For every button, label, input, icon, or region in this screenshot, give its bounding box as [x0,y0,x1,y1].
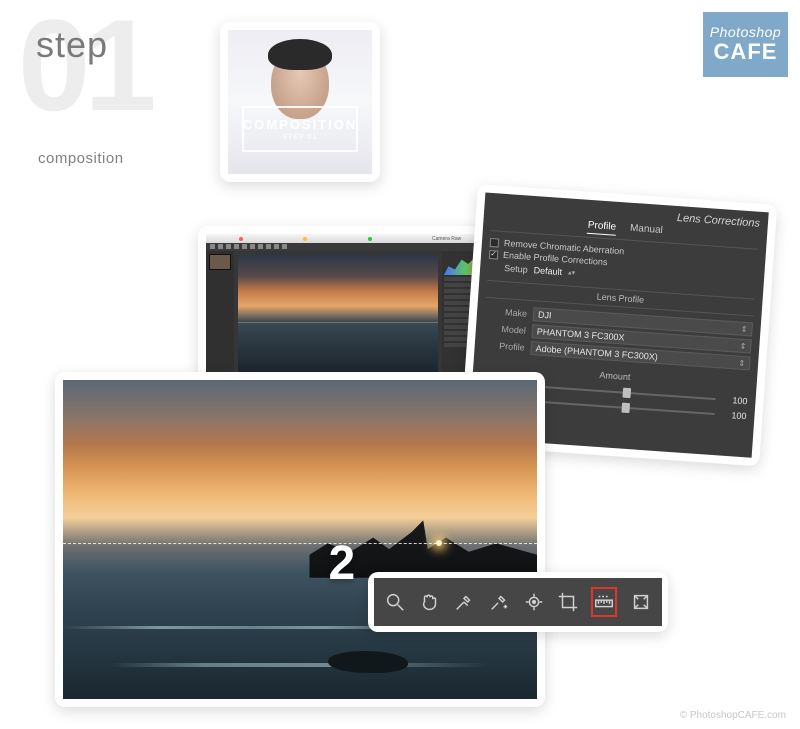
straighten-tool[interactable] [591,587,617,617]
filmstrip[interactable] [206,251,234,380]
minimize-icon[interactable] [303,237,307,241]
step-label: step [36,24,108,66]
photo-rock [328,651,408,673]
color-sampler-tool[interactable] [488,587,511,617]
eyedropper-plus-icon [488,591,510,613]
enable-profile-checkbox[interactable] [489,249,499,259]
acr-toolbar [206,243,490,251]
sunset-photo[interactable]: 2 [63,380,537,699]
acr-tool-strip [374,578,662,626]
window-title: Camera Raw [432,236,461,242]
photoshopcafe-logo: Photoshop CAFE [703,12,788,77]
straighten-guide-line [63,543,537,544]
thumb-image: COMPOSITION STEP 01 [228,30,372,174]
camera-raw-window: Camera Raw [206,234,490,388]
window-titlebar: Camera Raw [206,234,490,243]
logo-line2: CAFE [714,40,778,64]
zoom-tool[interactable] [384,587,407,617]
targeted-adjustment-tool[interactable] [522,587,545,617]
distortion-value: 100 [721,395,748,407]
close-icon[interactable] [239,237,243,241]
target-icon [523,591,545,613]
vignetting-slider[interactable] [537,401,715,415]
callout-marker-2: 2 [328,536,355,591]
photo-wave2 [63,663,537,667]
hand-icon [419,591,441,613]
setup-value[interactable]: Default [533,265,562,277]
magnifier-icon [384,591,406,613]
maximize-icon[interactable] [368,237,372,241]
footer-credit: © PhotoshopCAFE.com [680,710,786,721]
acr-toolbar-zoom-card [368,572,668,632]
setup-label: Setup [504,263,528,275]
setup-stepper-icon[interactable]: ▴▾ [568,270,575,275]
vignetting-value: 100 [720,409,747,421]
transform-tool[interactable] [629,587,652,617]
thumb-title: COMPOSITION [243,117,357,132]
step-caption: composition [38,150,124,167]
logo-line1: Photoshop [710,25,781,40]
thumb-title-frame: COMPOSITION STEP 01 [242,106,358,152]
white-balance-tool[interactable] [453,587,476,617]
tab-profile[interactable]: Profile [587,220,616,236]
straighten-preview-card: 2 [55,372,545,707]
tab-manual[interactable]: Manual [629,223,663,239]
hand-tool[interactable] [419,587,442,617]
preview-image[interactable] [238,255,438,376]
model-label: Model [484,323,527,336]
transform-icon [630,591,652,613]
crop-tool[interactable] [557,587,580,617]
remove-ca-checkbox[interactable] [490,237,500,247]
thumb-subtitle: STEP 01 [283,134,318,141]
eyedropper-icon [453,591,475,613]
make-label: Make [485,306,528,319]
crop-icon [557,591,579,613]
straighten-icon [593,591,615,613]
profile-label: Profile [482,340,525,353]
composition-video-thumb[interactable]: COMPOSITION STEP 01 [220,22,380,182]
camera-raw-window-card: Camera Raw 1 [198,226,498,396]
